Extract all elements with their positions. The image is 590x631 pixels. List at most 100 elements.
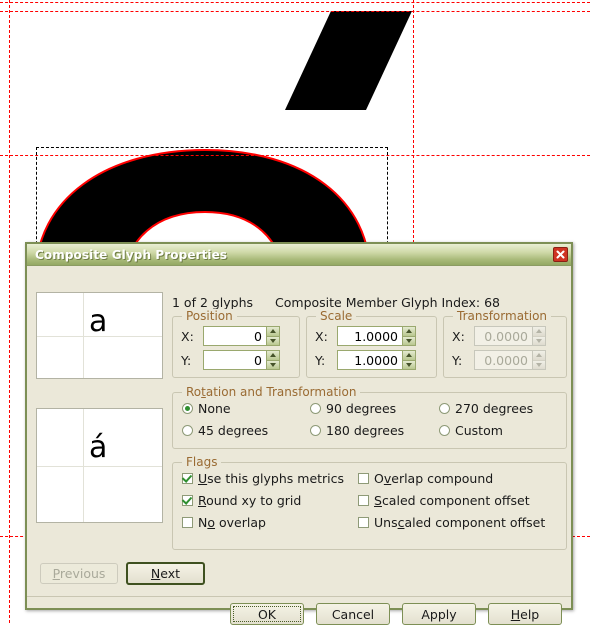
scale-y-spin-buttons — [402, 351, 415, 369]
radio-label: 180 degrees — [326, 423, 405, 438]
transformation-x-spin-up — [533, 327, 545, 337]
apply-button[interactable]: Apply — [402, 603, 476, 625]
scale-x-spin-buttons — [402, 327, 415, 345]
glyph-header-line: 1 of 2 glyphs Composite Member Glyph Ind… — [172, 295, 500, 310]
position-x-spinner[interactable] — [203, 326, 280, 346]
checkbox-label: Overlap compound — [374, 471, 494, 486]
checkbox-label: Round xy to grid — [198, 493, 302, 508]
radio-indicator — [310, 425, 321, 436]
radio-rotation-45[interactable]: 45 degrees — [182, 423, 268, 438]
scale-y-spin-up[interactable] — [403, 351, 415, 361]
transformation-y-spinner — [474, 350, 546, 370]
checkbox-indicator — [358, 517, 369, 528]
composite-glyph-preview[interactable]: á — [36, 408, 163, 523]
scale-x-spin-down[interactable] — [403, 336, 415, 345]
transformation-group: Transformation X: Y: — [443, 309, 567, 378]
rotation-legend-pre: Ro — [186, 385, 202, 399]
acute-accent-outline — [285, 11, 412, 110]
base-glyph-char: a — [89, 304, 108, 339]
position-x-label: X: — [181, 328, 194, 344]
next-button-label: Next — [150, 566, 181, 581]
ok-button[interactable]: OK — [230, 603, 304, 625]
dialog-titlebar[interactable]: Composite Glyph Properties — [27, 244, 571, 266]
next-button[interactable]: Next — [126, 562, 205, 585]
guideline-horizontal-xheight[interactable] — [0, 155, 590, 156]
checkbox-indicator — [182, 495, 193, 506]
checkbox-label: Unscaled component offset — [374, 515, 546, 530]
guideline-horizontal-ascender[interactable] — [0, 11, 590, 12]
checkbox-round-xy-to-grid[interactable]: Round xy to grid — [182, 493, 301, 508]
apply-button-label: Apply — [421, 606, 457, 622]
checkbox-indicator — [358, 495, 369, 506]
radio-indicator — [439, 425, 450, 436]
scale-y-label: Y: — [315, 352, 326, 368]
close-icon[interactable] — [553, 247, 568, 262]
dialog-body: a á 1 of 2 glyphs Composite Member Glyph… — [27, 266, 571, 625]
transformation-y-label: Y: — [452, 352, 463, 368]
dialog-title: Composite Glyph Properties — [35, 247, 228, 262]
checkbox-use-this-glyphs-metrics[interactable]: Use this glyphs metrics — [182, 471, 344, 486]
scale-legend: Scale — [316, 309, 357, 323]
scale-x-input[interactable] — [338, 327, 402, 345]
checkbox-label: No overlap — [198, 515, 266, 530]
position-x-spin-buttons — [266, 327, 279, 345]
radio-rotation-none[interactable]: None — [182, 401, 231, 416]
member-glyph-index: Composite Member Glyph Index: 68 — [275, 295, 500, 310]
scale-x-spinner[interactable] — [337, 326, 416, 346]
position-y-spinner[interactable] — [203, 350, 280, 370]
radio-rotation-270[interactable]: 270 degrees — [439, 401, 533, 416]
position-x-spin-up[interactable] — [267, 327, 279, 337]
checkbox-no-overlap[interactable]: No overlap — [182, 515, 266, 530]
scale-y-spin-down[interactable] — [403, 360, 415, 369]
preview-baseline-guide — [37, 466, 162, 467]
cancel-button[interactable]: Cancel — [316, 603, 390, 625]
checkbox-indicator — [182, 517, 193, 528]
position-y-spin-down[interactable] — [267, 360, 279, 369]
base-glyph-preview[interactable]: a — [36, 292, 163, 379]
rotation-legend: Rotation and Transformation — [182, 385, 361, 399]
position-x-spin-down[interactable] — [267, 336, 279, 345]
radio-rotation-90[interactable]: 90 degrees — [310, 401, 396, 416]
position-y-input[interactable] — [204, 351, 266, 369]
scale-x-spin-up[interactable] — [403, 327, 415, 337]
checkbox-unscaled-component-offset[interactable]: Unscaled component offset — [358, 515, 545, 530]
guideline-vertical-left[interactable] — [9, 0, 10, 623]
transformation-x-spin-down — [533, 336, 545, 345]
checkbox-scaled-component-offset[interactable]: Scaled component offset — [358, 493, 530, 508]
radio-label: 90 degrees — [326, 401, 397, 416]
checkbox-indicator — [182, 473, 193, 484]
scale-x-row: X: — [315, 326, 416, 346]
glyph-counter: 1 of 2 glyphs — [172, 295, 254, 310]
scale-y-spinner[interactable] — [337, 350, 416, 370]
checkbox-label: Use this glyphs metrics — [198, 471, 345, 486]
transformation-y-spin-down — [533, 360, 545, 369]
close-icon-glyph — [556, 250, 565, 259]
help-button-label: Help — [510, 606, 540, 622]
transformation-x-spin-buttons — [532, 327, 545, 345]
composite-glyph-properties-dialog: Composite Glyph Properties a á 1 of 2 gl… — [25, 242, 573, 625]
guideline-horizontal-top[interactable] — [0, 2, 590, 3]
checkbox-label: Scaled component offset — [374, 493, 530, 508]
position-legend: Position — [182, 309, 237, 323]
transformation-x-row: X: — [452, 326, 546, 346]
radio-rotation-180[interactable]: 180 degrees — [310, 423, 404, 438]
position-y-label: Y: — [181, 352, 192, 368]
position-y-spin-up[interactable] — [267, 351, 279, 361]
flags-legend: Flags — [182, 455, 222, 469]
position-x-input[interactable] — [204, 327, 266, 345]
scale-y-input[interactable] — [338, 351, 402, 369]
cancel-button-label: Cancel — [331, 606, 375, 622]
transformation-x-spinner — [474, 326, 546, 346]
radio-indicator — [439, 403, 450, 414]
radio-rotation-custom[interactable]: Custom — [439, 423, 503, 438]
flags-group: Flags Use this glyphs metrics Overlap co… — [172, 455, 567, 550]
ok-button-label: OK — [257, 606, 277, 622]
dialog-footer: OK Cancel Apply Help — [27, 597, 571, 631]
rotation-group: Rotation and Transformation None 90 degr… — [172, 385, 567, 449]
checkbox-overlap-compound[interactable]: Overlap compound — [358, 471, 493, 486]
radio-indicator — [182, 425, 193, 436]
scale-x-label: X: — [315, 328, 328, 344]
help-button[interactable]: Help — [488, 603, 562, 625]
position-y-spin-buttons — [266, 351, 279, 369]
transformation-legend: Transformation — [453, 309, 552, 323]
